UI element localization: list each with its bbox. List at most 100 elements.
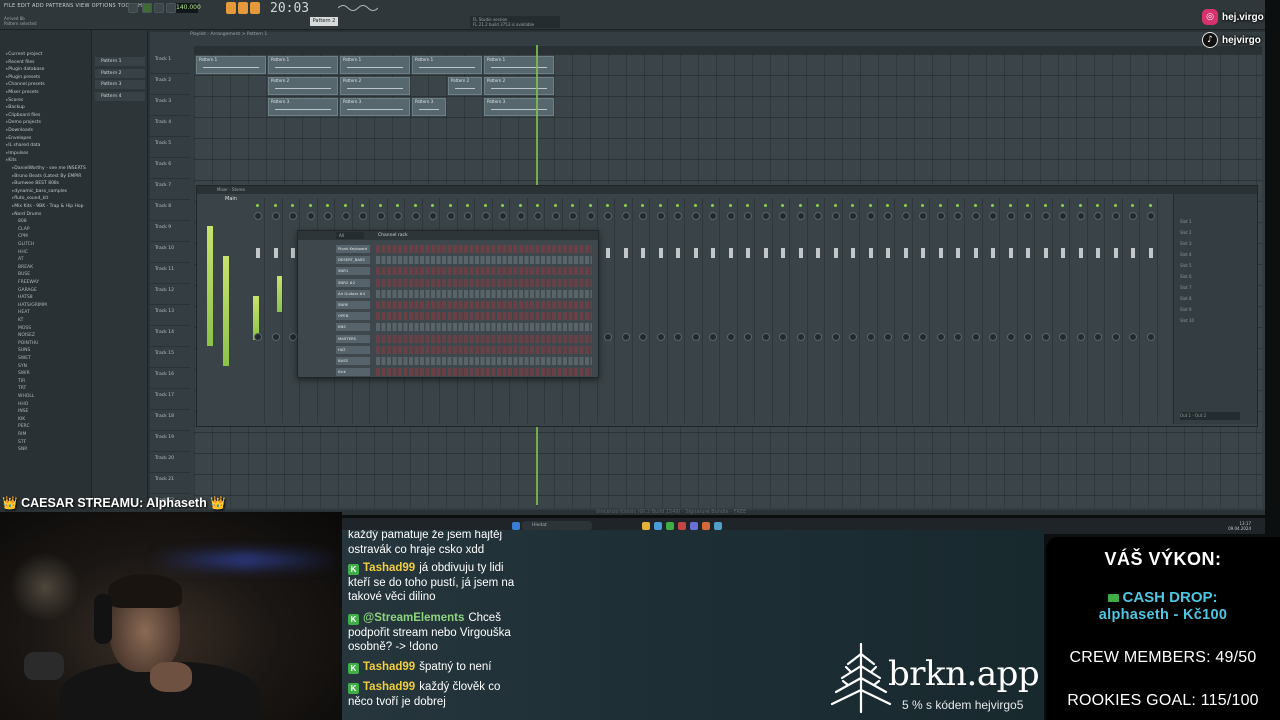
pan-knob[interactable] bbox=[971, 212, 980, 220]
pan-knob[interactable] bbox=[691, 212, 700, 220]
browser-sample-folder[interactable]: NOISEZ bbox=[18, 333, 35, 338]
channel-name-button[interactable]: DESERT_BASS bbox=[336, 256, 370, 265]
insert-led[interactable] bbox=[448, 204, 452, 207]
channel-name-button[interactable]: MASTERS bbox=[336, 334, 370, 343]
step-sequencer[interactable] bbox=[376, 301, 592, 309]
browser-sample-folder[interactable]: 808 bbox=[18, 219, 27, 224]
browser-sample-folder[interactable]: INSE bbox=[18, 409, 28, 414]
stereo-knob[interactable] bbox=[709, 333, 717, 341]
pattern-clip[interactable]: Pattern 2 bbox=[484, 77, 554, 95]
stereo-knob[interactable] bbox=[639, 333, 647, 341]
channel-row[interactable]: MASTERS bbox=[302, 334, 596, 344]
pattern-list-item[interactable]: Pattern 3 bbox=[95, 80, 145, 89]
mixer-insert-strip[interactable] bbox=[706, 198, 720, 423]
pan-knob[interactable] bbox=[1129, 212, 1137, 220]
pan-knob[interactable] bbox=[429, 212, 437, 220]
track-header[interactable]: Track 12 bbox=[150, 285, 190, 305]
channel-row[interactable]: HAT bbox=[302, 345, 596, 355]
channel-row[interactable]: DESERT_BASS bbox=[302, 256, 596, 265]
step-sequencer[interactable] bbox=[376, 278, 592, 287]
stereo-knob[interactable] bbox=[849, 333, 857, 341]
track-header[interactable]: Track 10 bbox=[150, 243, 190, 263]
mixer-insert-strip[interactable] bbox=[864, 198, 878, 423]
browser-sample-folder[interactable]: KIK bbox=[18, 417, 25, 422]
stereo-knob[interactable] bbox=[919, 333, 927, 341]
volume-fader[interactable] bbox=[623, 248, 628, 258]
stereo-knob[interactable] bbox=[831, 333, 840, 341]
volume-fader[interactable] bbox=[903, 248, 908, 258]
browser-sample-folder[interactable]: HATS/GRIMM bbox=[18, 303, 47, 308]
insert-led[interactable] bbox=[623, 204, 627, 207]
browser-sample-folder[interactable]: BREAK bbox=[18, 265, 33, 270]
pattern-list-item[interactable]: Pattern 4 bbox=[95, 91, 145, 101]
insert-led[interactable] bbox=[816, 204, 819, 207]
browser-sample-folder[interactable]: SUNS bbox=[18, 348, 30, 353]
browser-kit-item[interactable]: fluto_sound_kit bbox=[12, 196, 48, 201]
mixer-insert-strip[interactable] bbox=[636, 198, 650, 423]
insert-led[interactable] bbox=[413, 204, 417, 207]
volume-fader[interactable] bbox=[1043, 248, 1048, 258]
pan-knob[interactable] bbox=[1041, 212, 1050, 220]
stereo-knob[interactable] bbox=[779, 333, 787, 341]
volume-fader[interactable] bbox=[1078, 248, 1083, 258]
browser-kit-item[interactable]: Bumwee BEST 808s bbox=[12, 181, 59, 186]
volume-fader[interactable] bbox=[273, 248, 278, 258]
step-sequencer[interactable] bbox=[376, 323, 592, 332]
stereo-knob[interactable] bbox=[901, 333, 910, 341]
insert-led[interactable] bbox=[728, 204, 732, 207]
insert-led[interactable] bbox=[991, 204, 994, 207]
channel-row[interactable]: BASS bbox=[302, 357, 596, 366]
chat-username[interactable]: Tashad99 bbox=[363, 562, 415, 574]
browser-sample-folder[interactable]: GLITCH bbox=[18, 242, 34, 247]
pan-knob[interactable] bbox=[464, 212, 472, 220]
pan-knob[interactable] bbox=[866, 212, 875, 220]
volume-fader[interactable] bbox=[991, 248, 995, 258]
insert-led[interactable] bbox=[658, 204, 662, 207]
chat-username[interactable]: Tashad99 bbox=[363, 681, 415, 693]
volume-fader[interactable] bbox=[781, 248, 785, 258]
browser-sample-folder[interactable]: RIM bbox=[18, 432, 26, 437]
fx-slot[interactable]: Slot 1 bbox=[1180, 218, 1240, 226]
pattern-clip[interactable]: Pattern 3 bbox=[340, 98, 410, 116]
mixer-insert-strip[interactable] bbox=[1144, 198, 1158, 423]
pan-knob[interactable] bbox=[919, 212, 927, 220]
pattern-clip[interactable]: Pattern 2 bbox=[268, 77, 338, 95]
obs-icon[interactable] bbox=[678, 522, 686, 530]
explorer-icon[interactable] bbox=[642, 522, 650, 530]
pan-knob[interactable] bbox=[534, 212, 542, 220]
volume-fader[interactable] bbox=[816, 248, 820, 258]
browser-sample-folder[interactable]: HATS8 bbox=[18, 295, 33, 300]
volume-fader[interactable] bbox=[1061, 248, 1065, 258]
insert-led[interactable] bbox=[1078, 204, 1082, 207]
track-header[interactable]: Track 21 bbox=[150, 474, 190, 494]
insert-led[interactable] bbox=[343, 204, 347, 207]
pan-knob[interactable] bbox=[761, 212, 770, 220]
pan-knob[interactable] bbox=[551, 212, 560, 220]
pan-knob[interactable] bbox=[376, 212, 385, 220]
channel-row[interactable]: SNR1 bbox=[302, 267, 596, 276]
browser-item[interactable]: Impulses bbox=[6, 151, 28, 156]
stereo-knob[interactable] bbox=[604, 333, 612, 341]
fx-slot[interactable]: Slot 4 bbox=[1180, 251, 1240, 259]
insert-led[interactable] bbox=[431, 204, 434, 207]
browser-item[interactable]: Demo projects bbox=[6, 120, 41, 125]
insert-led[interactable] bbox=[308, 204, 312, 207]
volume-fader[interactable] bbox=[868, 248, 873, 258]
pan-knob[interactable] bbox=[481, 212, 490, 220]
volume-fader[interactable] bbox=[956, 248, 960, 258]
insert-led[interactable] bbox=[361, 204, 364, 207]
browser-sample-folder[interactable]: STF bbox=[18, 440, 26, 445]
browser-sample-folder[interactable]: HHC bbox=[18, 250, 28, 255]
mixer-output-select[interactable]: Out 1 - Out 2 bbox=[1180, 412, 1240, 420]
insert-led[interactable] bbox=[798, 204, 802, 207]
pattern-clip[interactable]: Pattern 1 bbox=[484, 56, 554, 74]
mixer-insert-strip[interactable] bbox=[724, 198, 738, 423]
volume-fader[interactable] bbox=[693, 248, 698, 258]
fx-slot[interactable]: Slot 9 bbox=[1180, 306, 1240, 314]
pan-knob[interactable] bbox=[814, 212, 822, 220]
insert-led[interactable] bbox=[1043, 204, 1047, 207]
mixer-insert-strip[interactable] bbox=[986, 198, 1000, 423]
stereo-knob[interactable] bbox=[954, 333, 962, 341]
mixer-insert-strip[interactable] bbox=[1021, 198, 1035, 423]
track-header[interactable]: Track 1 bbox=[150, 54, 190, 74]
